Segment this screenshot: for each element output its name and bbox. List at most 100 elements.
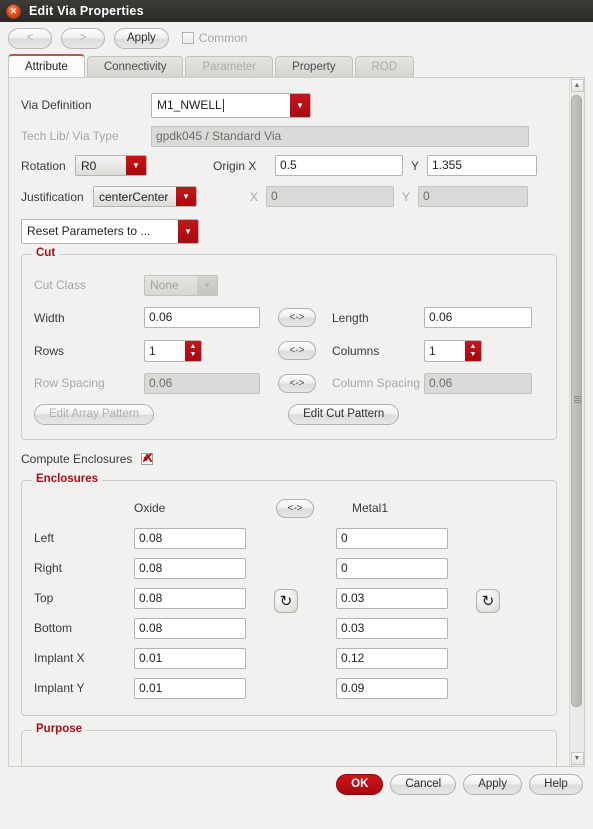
chevron-down-icon[interactable]: ▼ xyxy=(176,187,196,206)
just-y-input: 0 xyxy=(418,186,528,207)
tab-connectivity[interactable]: Connectivity xyxy=(86,56,184,77)
enclosure-oxide-input[interactable]: 0.01 xyxy=(134,647,246,669)
row-spacing-input: 0.06 xyxy=(144,372,260,394)
attribute-panel: Via Definition M1_NWELL ▼ Tech Lib/ Via … xyxy=(8,77,585,767)
scrollbar-track[interactable] xyxy=(570,93,584,751)
rows-columns-row: Rows 1 ▲ ▼ <-> Columns 1 ▲ ▼ xyxy=(34,334,544,367)
chevron-down-icon: ▼ xyxy=(197,275,217,295)
length-label: Length xyxy=(332,310,369,325)
spacing-row: Row Spacing 0.06 <-> Column Spacing 0.06 xyxy=(34,367,544,399)
edit-cut-pattern-button[interactable]: Edit Cut Pattern xyxy=(288,403,400,425)
width-input[interactable]: 0.06 xyxy=(144,307,260,328)
stepper-arrows-icon[interactable]: ▲ ▼ xyxy=(185,340,201,361)
tech-lib-value: gpdk045 / Standard Via xyxy=(151,125,529,147)
origin-y-input[interactable]: 1.355 xyxy=(427,155,537,176)
close-icon[interactable]: ✕ xyxy=(6,3,21,19)
enclosure-metal1-input[interactable]: 0.03 xyxy=(336,617,448,639)
rows-stepper[interactable]: 1 ▲ ▼ xyxy=(144,339,202,362)
enclosure-row-label: Implant Y xyxy=(34,681,85,695)
window-title: Edit Via Properties xyxy=(29,4,144,18)
swap-enclosure-columns-button[interactable]: <-> xyxy=(276,498,314,518)
edit-array-pattern-button[interactable]: Edit Array Pattern xyxy=(34,403,155,425)
cut-class-value: None xyxy=(145,275,197,295)
rows-label: Rows xyxy=(34,343,65,358)
ok-button[interactable]: OK xyxy=(336,773,384,795)
reset-parameters-row: Reset Parameters to ... ▼ xyxy=(21,212,557,250)
compute-enclosures-label: Compute Enclosures xyxy=(21,452,133,466)
cancel-button[interactable]: Cancel xyxy=(390,773,457,795)
scrollbar-thumb[interactable] xyxy=(571,95,582,707)
compute-enclosures-checkbox[interactable]: ✔ xyxy=(141,450,154,465)
rows-value[interactable]: 1 xyxy=(145,341,185,361)
enclosures-group: Enclosures Oxide <-> Metal1 Left 0.08 0 … xyxy=(21,473,557,716)
prev-button[interactable]: < xyxy=(8,27,52,49)
table-row: Right 0.08 0 xyxy=(34,553,544,583)
enclosure-metal1-input[interactable]: 0 xyxy=(336,557,448,579)
enclosure-oxide-input[interactable]: 0.08 xyxy=(134,557,246,579)
attribute-scroll-area: Via Definition M1_NWELL ▼ Tech Lib/ Via … xyxy=(9,78,569,766)
tech-lib-label: Tech Lib/ Via Type xyxy=(21,129,119,143)
justification-value[interactable]: centerCenter xyxy=(94,187,176,206)
enclosure-row-label: Left xyxy=(34,531,55,545)
tech-lib-row: Tech Lib/ Via Type gpdk045 / Standard Vi… xyxy=(21,122,557,150)
chevron-down-icon[interactable]: ▼ xyxy=(290,93,310,117)
columns-stepper[interactable]: 1 ▲ ▼ xyxy=(424,339,482,362)
table-row: Bottom 0.08 0.03 xyxy=(34,613,544,643)
rotate-metal1-button[interactable]: ↻ xyxy=(476,589,500,613)
apply-toolbar-button[interactable]: Apply xyxy=(114,27,169,49)
via-definition-value[interactable]: M1_NWELL xyxy=(152,93,290,117)
enclosure-oxide-input[interactable]: 0.01 xyxy=(134,677,246,699)
enclosure-metal1-input[interactable]: 0.12 xyxy=(336,647,448,669)
enclosure-metal1-input[interactable]: 0.09 xyxy=(336,677,448,699)
purpose-group: Purpose xyxy=(21,723,557,766)
swap-spacing-button[interactable]: <-> xyxy=(278,373,316,393)
enclosure-metal1-input[interactable]: 0.03 xyxy=(336,587,448,609)
table-row: Left 0.08 0 xyxy=(34,523,544,553)
chevron-down-icon[interactable]: ▼ xyxy=(178,219,198,243)
cut-class-row: Cut Class None ▼ xyxy=(34,269,544,301)
next-button[interactable]: > xyxy=(61,27,105,49)
via-definition-row: Via Definition M1_NWELL ▼ xyxy=(21,88,557,122)
enclosure-oxide-input[interactable]: 0.08 xyxy=(134,587,246,609)
origin-x-input[interactable]: 0.5 xyxy=(275,155,403,176)
common-checkbox-group[interactable]: Common xyxy=(181,31,247,45)
apply-button[interactable]: Apply xyxy=(463,773,522,795)
swap-width-length-button[interactable]: <-> xyxy=(278,308,316,327)
chevron-down-icon[interactable]: ▼ xyxy=(126,156,146,175)
window-titlebar: ✕ Edit Via Properties xyxy=(0,0,593,22)
reset-parameters-combo[interactable]: Reset Parameters to ... ▼ xyxy=(21,218,199,244)
via-definition-label: Via Definition xyxy=(21,98,92,112)
chevron-up-icon[interactable]: ▲ xyxy=(570,79,584,92)
tab-rod[interactable]: ROD xyxy=(354,56,415,77)
length-input[interactable]: 0.06 xyxy=(424,307,532,328)
tab-parameter[interactable]: Parameter xyxy=(185,56,274,77)
rotate-oxide-button[interactable]: ↻ xyxy=(274,589,298,613)
rotation-value[interactable]: R0 xyxy=(76,156,126,175)
tab-attribute[interactable]: Attribute xyxy=(8,54,85,77)
just-x-input: 0 xyxy=(266,186,394,207)
common-checkbox[interactable] xyxy=(181,32,194,44)
scrollbar-grip xyxy=(574,396,581,403)
justification-combo[interactable]: centerCenter ▼ xyxy=(93,186,197,207)
dialog-footer: OK Cancel Apply Help xyxy=(0,767,593,801)
enclosures-header-row: Oxide <-> Metal1 xyxy=(34,493,544,523)
checkmark-icon: ✔ xyxy=(142,450,154,465)
reset-parameters-value[interactable]: Reset Parameters to ... xyxy=(22,219,178,243)
enclosure-metal1-input[interactable]: 0 xyxy=(336,527,448,549)
chevron-down-icon[interactable]: ▼ xyxy=(570,752,584,765)
origin-y-label: Y xyxy=(411,158,420,173)
origin-x-label: Origin X xyxy=(213,158,257,173)
columns-value[interactable]: 1 xyxy=(425,341,465,361)
enclosure-row-label: Top xyxy=(34,591,54,605)
vertical-scrollbar[interactable]: ▲ ▼ xyxy=(569,78,584,766)
via-definition-combo[interactable]: M1_NWELL ▼ xyxy=(151,92,311,118)
rotation-combo[interactable]: R0 ▼ xyxy=(75,155,147,176)
tab-property[interactable]: Property xyxy=(275,56,353,77)
justification-row: Justification centerCenter ▼ X 0 Y 0 xyxy=(21,181,557,212)
swap-rows-columns-button[interactable]: <-> xyxy=(278,341,316,360)
stepper-arrows-icon[interactable]: ▲ ▼ xyxy=(465,340,481,361)
enclosure-oxide-input[interactable]: 0.08 xyxy=(134,527,246,549)
enclosure-oxide-input[interactable]: 0.08 xyxy=(134,617,246,639)
help-button[interactable]: Help xyxy=(529,773,583,795)
compute-enclosures-row[interactable]: Compute Enclosures ✔ xyxy=(21,444,557,474)
